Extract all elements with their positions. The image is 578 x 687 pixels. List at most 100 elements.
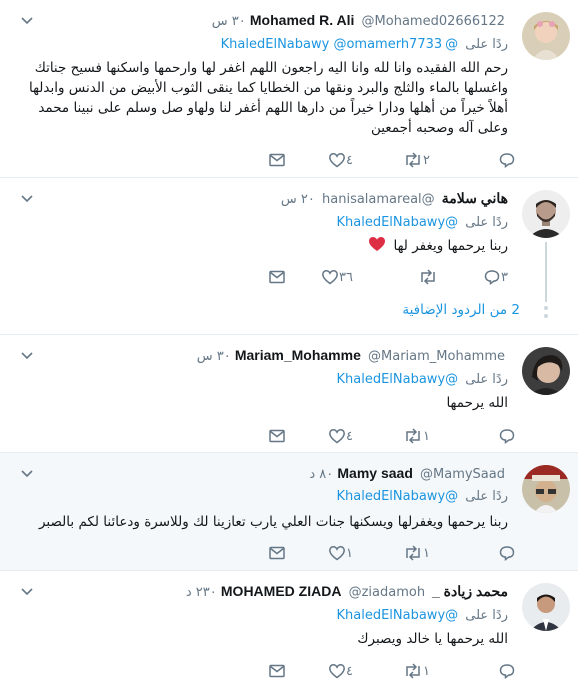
reply-count: ٢ xyxy=(423,152,430,168)
reply-button[interactable]: ٣ xyxy=(483,267,516,287)
avatar[interactable] xyxy=(522,583,570,631)
retweet-count: ١ xyxy=(423,428,430,444)
retweet-button[interactable]: ١ xyxy=(403,543,438,563)
mention-link[interactable]: @KhaledElNabawy xyxy=(336,489,458,504)
tweet-text-line: وعلى آله وصحبه أجمعين xyxy=(370,120,508,136)
chevron-down-icon[interactable] xyxy=(20,467,34,481)
tweet-actions: ١ ٤ xyxy=(0,661,578,681)
user-handle[interactable]: @Mariam_Mohamme xyxy=(368,349,505,364)
display-name[interactable]: Mamy saad xyxy=(337,465,412,481)
retweet-button[interactable]: ١ xyxy=(403,426,438,446)
chevron-down-icon[interactable] xyxy=(20,14,34,28)
mention-link[interactable]: @omamerh7733 xyxy=(333,37,442,52)
avatar[interactable] xyxy=(522,347,570,395)
tweet[interactable]: هاني سلامة @hanisalamareal ٢٠ س ردًا على… xyxy=(0,178,578,335)
tweet-text-line: واغسلها بالماء والثلج والبرد ونقها من ال… xyxy=(28,80,508,96)
envelope-icon xyxy=(269,429,285,443)
tweet-text-line: ربنا يرحمها ويغفر لها xyxy=(393,238,508,254)
show-more-replies-link[interactable]: 2 من الردود الإضافية xyxy=(402,302,520,318)
user-handle[interactable]: @Mohamed02666122 xyxy=(362,14,505,29)
tweet-actions: ٢ ٤ xyxy=(0,150,578,170)
direct-message-button[interactable] xyxy=(268,661,286,681)
chevron-down-icon[interactable] xyxy=(20,349,34,363)
tweet-text: الله يرحمها يا خالد ويصبرك xyxy=(3,629,508,649)
direct-message-button[interactable] xyxy=(268,426,286,446)
like-button[interactable]: ٤ xyxy=(328,426,361,446)
user-handle[interactable]: @hanisalamareal xyxy=(322,192,435,207)
tweet-header: Mohamed R. Ali @Mohamed02666122 ٣٠ س xyxy=(212,12,508,29)
replies-feed: Mohamed R. Ali @Mohamed02666122 ٣٠ س ردً… xyxy=(0,0,578,687)
retweet-icon xyxy=(406,545,420,561)
tweet[interactable]: Mohamed R. Ali @Mohamed02666122 ٣٠ س ردً… xyxy=(0,0,578,178)
reply-button[interactable] xyxy=(498,150,516,170)
envelope-icon xyxy=(269,153,285,167)
mention-link[interactable]: @KhaledElNabawy xyxy=(336,608,458,623)
tweet[interactable]: محمد زيادة _ MOHAMED ZIADA @ziadamoh ٢٣٠… xyxy=(0,571,578,687)
retweet-icon xyxy=(406,152,420,168)
like-count: ٤ xyxy=(346,428,353,444)
tweet[interactable]: Mamy saad @MamySaad ٨٠ د ردًا على @Khale… xyxy=(0,453,578,571)
timestamp[interactable]: ٣٠ س xyxy=(212,14,246,29)
reply-icon xyxy=(499,546,515,561)
like-button[interactable]: ٤ xyxy=(328,661,361,681)
retweet-button[interactable]: ٢ xyxy=(403,150,438,170)
reply-icon xyxy=(484,270,500,285)
retweet-button[interactable] xyxy=(418,267,438,287)
tweet-actions: ١ ١ xyxy=(0,543,578,563)
tweet-actions: ٣ ٣٦ xyxy=(0,267,578,287)
mention-link[interactable]: @KhaledElNabawy xyxy=(336,372,458,387)
like-button[interactable]: ٤ xyxy=(328,150,361,170)
retweet-icon xyxy=(406,428,420,444)
like-button[interactable]: ١ xyxy=(328,543,361,563)
like-count: ٣٦ xyxy=(339,269,353,285)
user-handle[interactable]: @MamySaad xyxy=(420,467,505,482)
display-name[interactable]: Mohamed R. Ali xyxy=(250,12,355,28)
retweet-icon xyxy=(406,663,420,679)
user-handle[interactable]: @ziadamoh xyxy=(349,585,425,600)
heart-icon xyxy=(329,546,345,561)
timestamp[interactable]: ٢٣٠ د xyxy=(186,585,217,600)
reply-count: ٣ xyxy=(501,269,508,285)
chevron-down-icon[interactable] xyxy=(20,192,34,206)
direct-message-button[interactable] xyxy=(268,543,286,563)
reply-context: ردًا على @KhaledElNabawy xyxy=(336,215,508,230)
reply-prefix: ردًا على xyxy=(465,215,508,230)
retweet-icon xyxy=(421,269,435,285)
avatar[interactable] xyxy=(522,190,570,238)
envelope-icon xyxy=(269,664,285,678)
timestamp[interactable]: ٢٠ س xyxy=(281,192,315,207)
reply-context: ردًا على @KhaledElNabawy xyxy=(336,372,508,387)
retweet-count: ١ xyxy=(423,545,430,561)
thread-dot xyxy=(544,314,548,318)
tweet-header: هاني سلامة @hanisalamareal ٢٠ س xyxy=(281,190,508,207)
reply-button[interactable] xyxy=(498,661,516,681)
tweet-text-line: أهلاً خيراً من أهلها ودارا خيراً من داره… xyxy=(38,100,508,116)
mention-link[interactable]: @KhaledElNabawy xyxy=(336,215,458,230)
avatar[interactable] xyxy=(522,12,570,60)
display-name[interactable]: Mariam_Mohamme xyxy=(235,347,361,363)
chevron-down-icon[interactable] xyxy=(20,585,34,599)
tweet-text: رحم الله الفقيده وانا لله وانا اليه راجع… xyxy=(3,58,508,138)
like-count: ٤ xyxy=(346,663,353,679)
display-name[interactable]: هاني سلامة xyxy=(442,190,508,206)
like-count: ٤ xyxy=(346,152,353,168)
heart-icon xyxy=(329,429,345,444)
reply-prefix: ردًا على xyxy=(465,489,508,504)
reply-button[interactable] xyxy=(498,426,516,446)
direct-message-button[interactable] xyxy=(268,150,286,170)
reply-prefix: ردًا على xyxy=(465,37,508,52)
tweet[interactable]: Mariam_Mohamme @Mariam_Mohamme ٣٠ س ردًا… xyxy=(0,335,578,453)
reply-context: ردًا على @KhaledElNabawy xyxy=(336,489,508,504)
direct-message-button[interactable] xyxy=(268,267,286,287)
timestamp[interactable]: ٨٠ د xyxy=(309,467,333,482)
tweet-text: ربنا يرحمها ويغفرلها ويسكنها جنات العلي … xyxy=(3,512,508,532)
reply-button[interactable] xyxy=(498,543,516,563)
timestamp[interactable]: ٣٠ س xyxy=(197,349,231,364)
retweet-button[interactable]: ١ xyxy=(403,661,438,681)
tweet-text: ربنا يرحمها ويغفر لها xyxy=(3,236,508,256)
heart-icon xyxy=(329,153,345,168)
tweet-text-line: الله يرحمها xyxy=(446,395,508,411)
tweet-header: محمد زيادة _ MOHAMED ZIADA @ziadamoh ٢٣٠… xyxy=(186,583,508,600)
avatar[interactable] xyxy=(522,465,570,513)
like-button[interactable]: ٣٦ xyxy=(321,267,361,287)
